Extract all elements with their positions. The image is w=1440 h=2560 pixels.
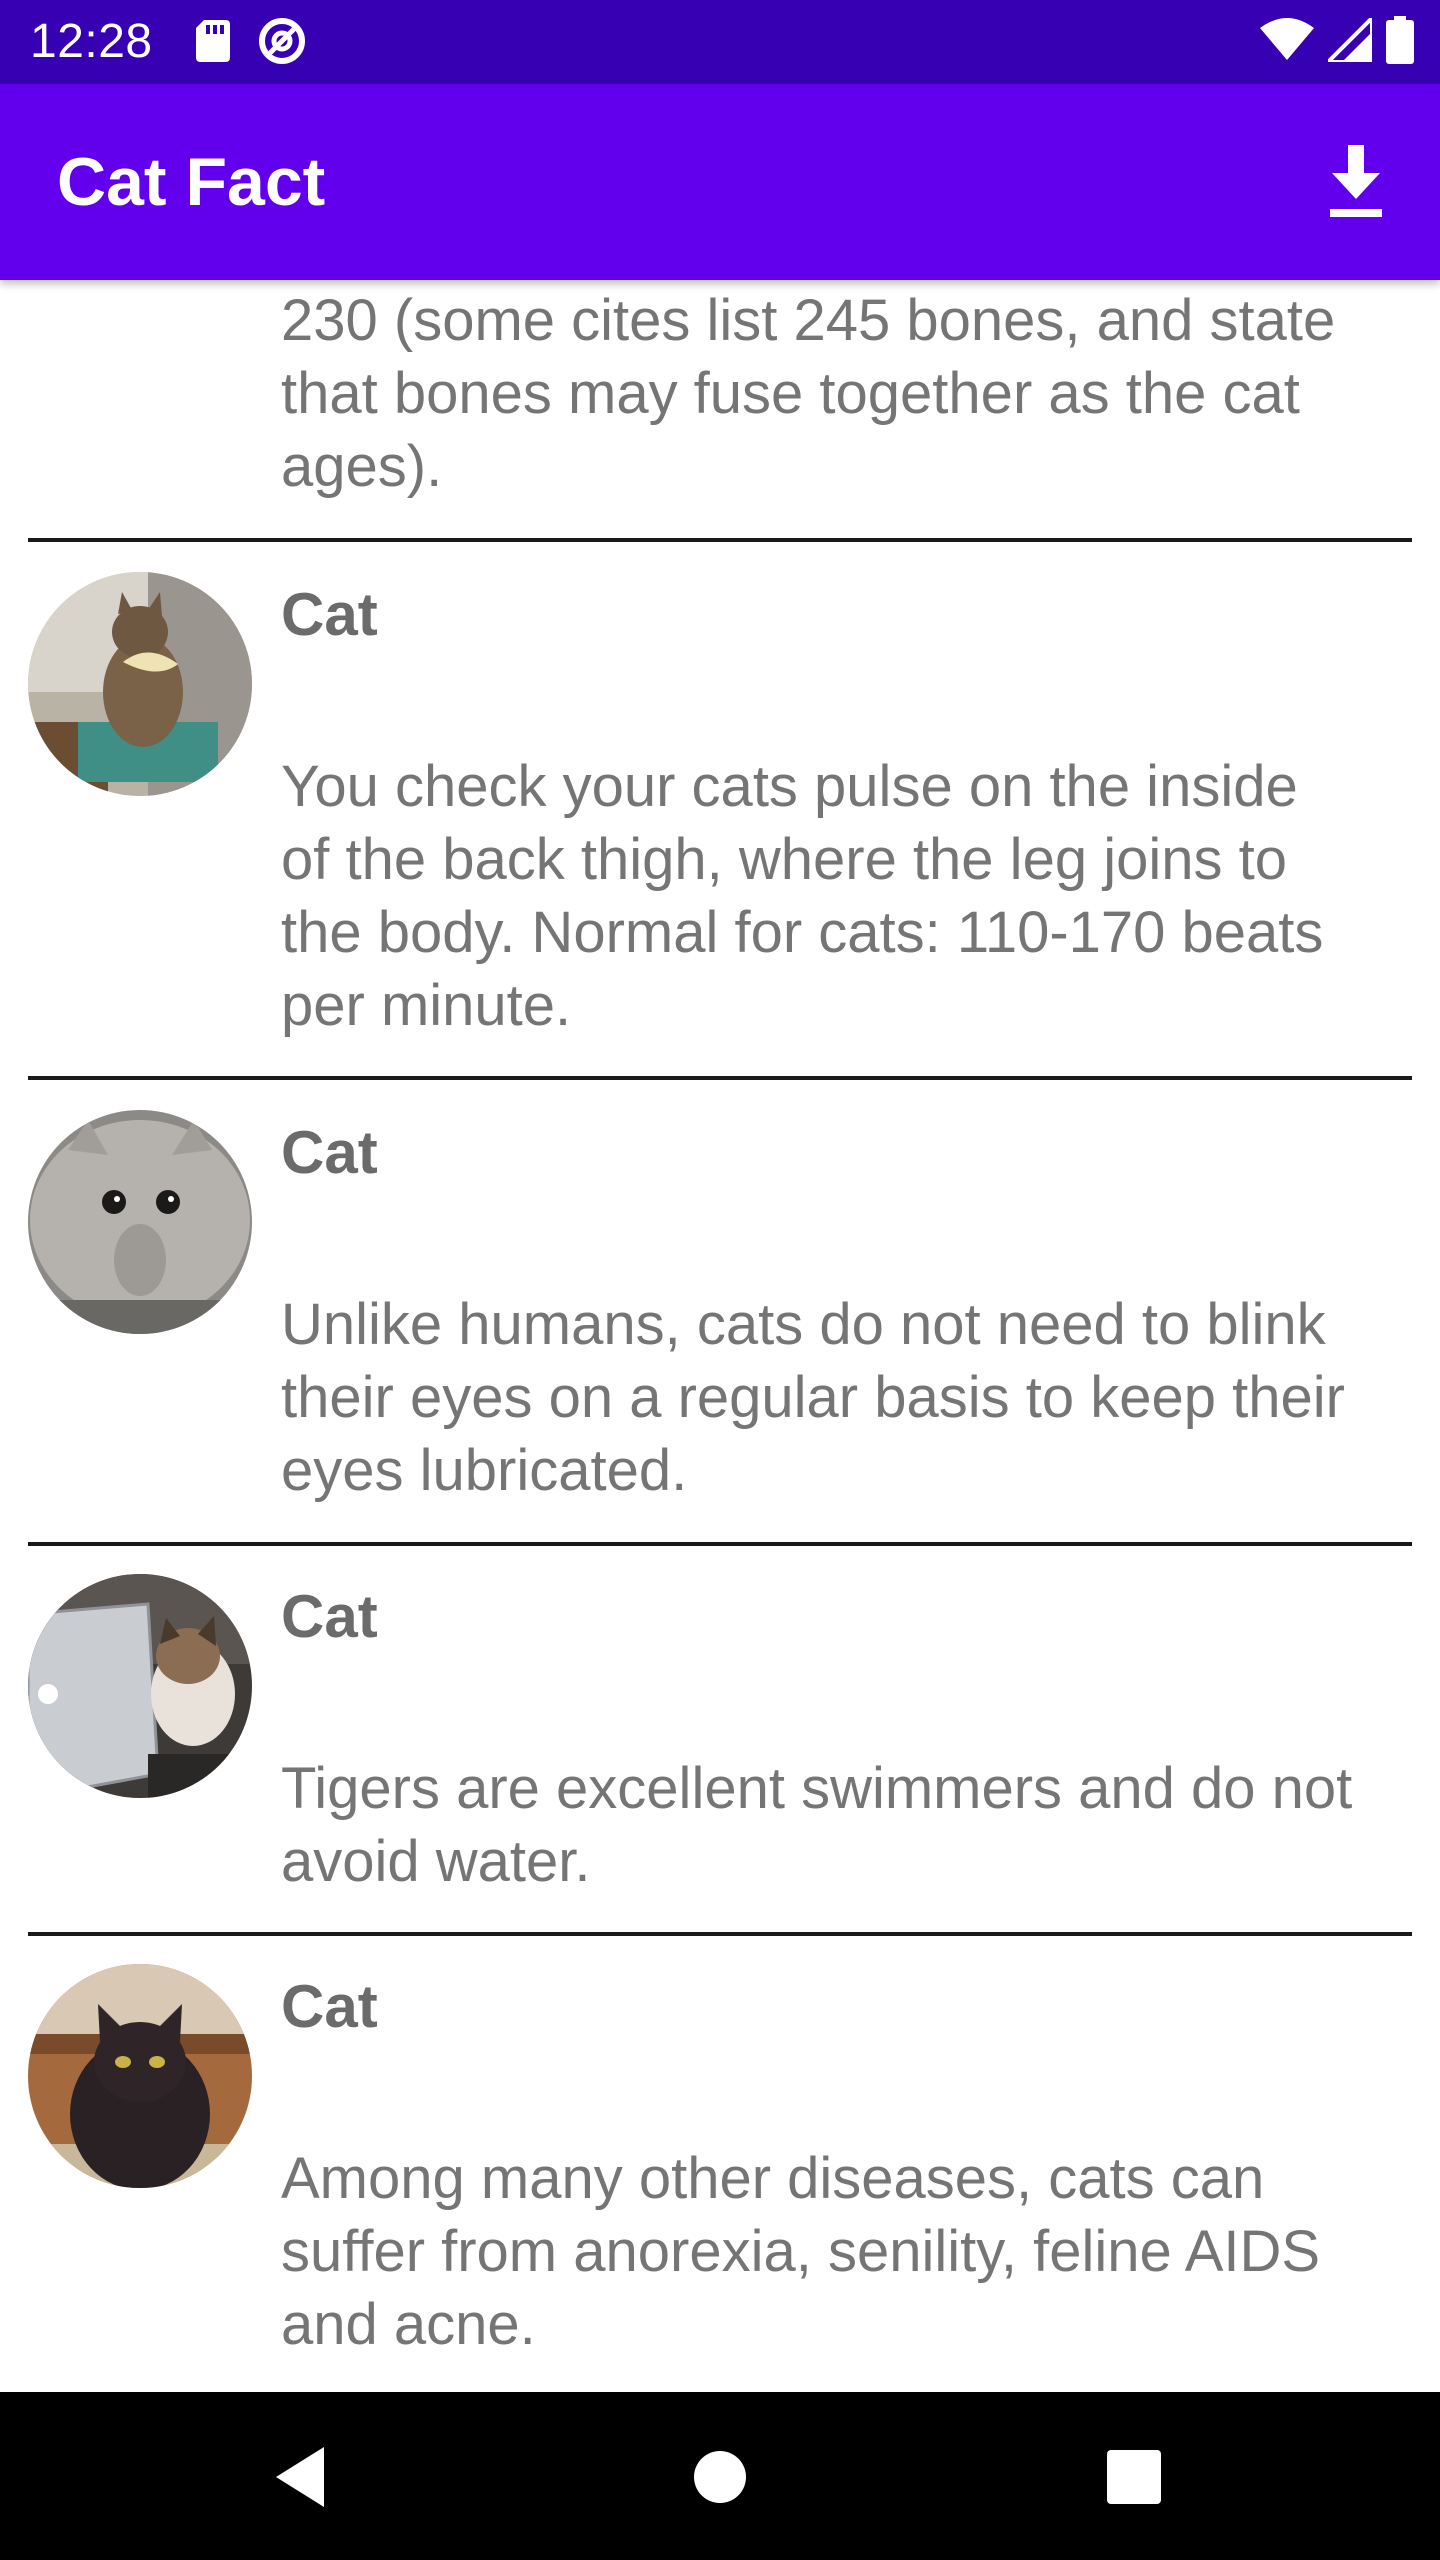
list-item[interactable]: Cat Unlike humans, cats do not need to b… <box>0 1110 1440 1534</box>
list-item[interactable]: Cat Tigers are excellent swimmers and do… <box>0 1574 1440 1920</box>
sd-card-icon <box>196 19 230 67</box>
recents-button[interactable] <box>1074 2432 1194 2522</box>
app-title: Cat Fact <box>57 144 326 220</box>
status-time: 12:28 <box>30 15 153 68</box>
cat-avatar-grey <box>28 1110 252 1334</box>
back-icon <box>276 2447 324 2507</box>
list-item-title: Cat <box>281 1973 378 2040</box>
list-item-fact: Tigers are excellent swimmers and do not… <box>281 1756 1353 1894</box>
download-icon <box>1330 145 1382 217</box>
navigation-bar <box>0 2392 1440 2560</box>
recents-icon <box>1107 2450 1161 2504</box>
list-divider <box>28 1076 1412 1080</box>
list-item-fact: Among many other diseases, cats can suff… <box>281 2146 1321 2357</box>
battery-icon <box>1386 15 1414 69</box>
list-item-title: Cat <box>281 1119 378 1186</box>
cat-avatar-laptop <box>28 1574 252 1798</box>
status-right-icons <box>1260 12 1414 69</box>
status-bar: 12:28 <box>0 0 1440 84</box>
download-button[interactable] <box>1312 134 1400 230</box>
list-divider <box>28 538 1412 542</box>
status-left-icons <box>196 17 306 67</box>
app-bar: Cat Fact <box>0 84 1440 280</box>
at-sign-icon <box>258 17 306 70</box>
list-item[interactable]: Cat You check your cats pulse on the ins… <box>0 572 1440 1038</box>
list-item-title: Cat <box>281 1583 378 1650</box>
signal-icon <box>1323 12 1374 67</box>
back-button[interactable] <box>240 2432 360 2522</box>
list-item-fact: You check your cats pulse on the inside … <box>281 754 1324 1038</box>
cat-fact-list[interactable]: 230 (some cites list 245 bones, and stat… <box>0 280 1440 2392</box>
wifi-icon <box>1260 17 1314 67</box>
list-item-fact: Unlike humans, cats do not need to blink… <box>281 1292 1345 1503</box>
home-button[interactable] <box>660 2432 780 2522</box>
list-item[interactable]: Cat Among many other diseases, cats can … <box>0 1964 1440 2392</box>
home-icon <box>694 2451 746 2503</box>
list-item-title: Cat <box>281 581 378 648</box>
cat-avatar-bow <box>28 572 252 796</box>
list-item-fact-partial: 230 (some cites list 245 bones, and stat… <box>281 288 1336 499</box>
cat-avatar-black <box>28 1964 252 2188</box>
list-divider <box>28 1542 1412 1546</box>
list-divider <box>28 1932 1412 1936</box>
